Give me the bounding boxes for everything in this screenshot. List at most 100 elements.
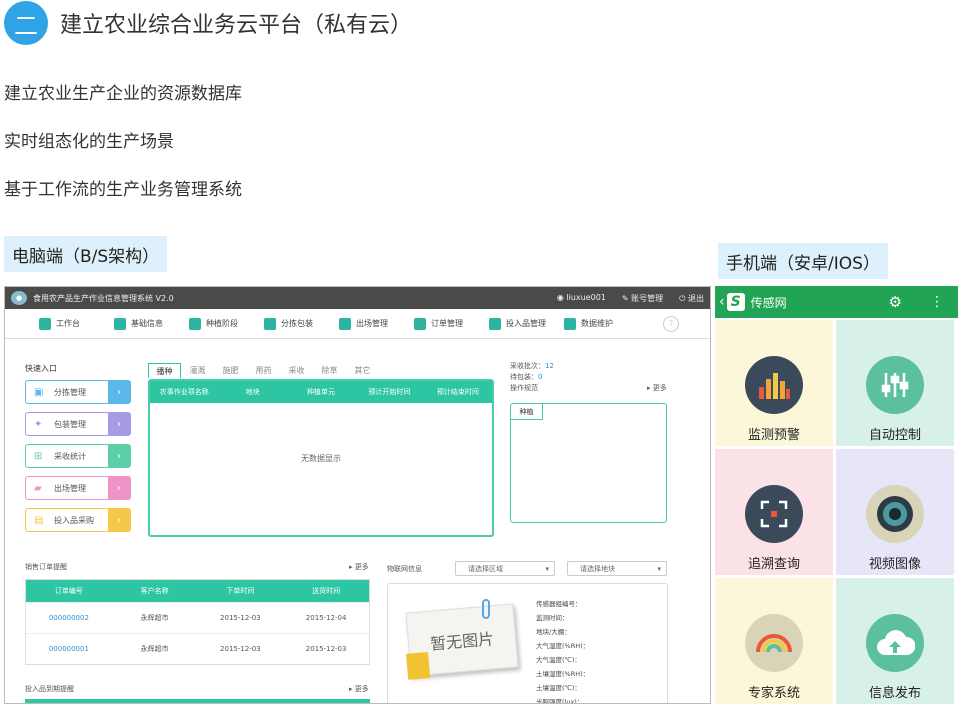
box-icon: ▤ (34, 514, 44, 526)
area-select[interactable]: 请选择区域 (455, 561, 555, 576)
cloud-upload-icon (866, 614, 924, 672)
nav-item[interactable]: 数据维护 (564, 317, 639, 330)
chevron-right-icon: › (108, 413, 130, 435)
iot-field: 大气湿度(%RH)： (536, 642, 590, 650)
user-link[interactable]: ◉ liuxue001 (557, 293, 606, 304)
more-link[interactable]: ▸ 更多 (647, 383, 667, 393)
iot-title: 物联网信息 (387, 565, 422, 573)
nav-icon (39, 317, 51, 330)
plant-tab[interactable]: 种植 (511, 404, 543, 420)
quick-button[interactable]: ✦ 包装管理 › (25, 412, 131, 436)
tab[interactable]: 其它 (346, 363, 379, 379)
sales-title: 销售订单提醒 (25, 563, 67, 571)
iot-field: 大气温度(℃)： (536, 656, 581, 664)
tile-expert[interactable]: 专家系统 (715, 578, 833, 704)
table-header (25, 699, 370, 703)
section-header: 二 建立农业综合业务云平台（私有云） (4, 1, 413, 45)
nav-item[interactable]: 基础信息 (114, 317, 189, 330)
pin-icon: ✦ (34, 418, 43, 430)
bullet-text: 基于工作流的生产业务管理系统 (4, 180, 242, 200)
sliders-icon (866, 356, 924, 414)
pending-pack: 待包装：0 (510, 373, 543, 381)
tab[interactable]: 播种 (148, 363, 181, 379)
section-title: 建立农业综合业务云平台（私有云） (60, 13, 413, 38)
section-number-badge: 二 (4, 1, 48, 45)
iot-field: 传感器组编号： (536, 600, 582, 608)
pc-screenshot: ● 食用农产品生产作业信息管理系统 V2.0 ◉ liuxue001 ✎ 账号管… (4, 286, 711, 704)
iot-field: 监测时间： (536, 614, 569, 622)
iot-field: 光照强度(lux)： (536, 698, 584, 704)
nav-item[interactable]: 订单管理 (414, 317, 489, 330)
mobile-topbar: ‹ S 传感网 ⚙ ⋮ (715, 286, 958, 318)
harvest-batch: 采收批次：12 (510, 362, 554, 370)
nav-item[interactable]: 种植阶段 (189, 317, 264, 330)
op-spec-label: 操作规范 (510, 384, 538, 392)
bullet-text: 实时组态化的生产场景 (4, 132, 174, 152)
nav-icon (264, 317, 276, 330)
nav-item[interactable]: 分拣包装 (264, 317, 339, 330)
tab[interactable]: 施肥 (214, 363, 247, 379)
cart-icon: ⊞ (34, 450, 43, 462)
mobile-label: 手机端（安卓/IOS） (718, 243, 888, 279)
help-icon[interactable]: ? (663, 315, 679, 332)
pc-titlebar: ● 食用农产品生产作业信息管理系统 V2.0 ◉ liuxue001 ✎ 账号管… (5, 287, 710, 309)
no-data-text: 无数据显示 (301, 454, 341, 463)
tab[interactable]: 采收 (280, 363, 313, 379)
task-tabs: 播种 灌溉 施肥 用药 采收 除草 其它 (148, 363, 379, 379)
nav-icon (489, 317, 501, 330)
iot-field: 土壤湿度(%RH)： (536, 670, 590, 678)
quick-button[interactable]: ▰ 出场管理 › (25, 476, 131, 500)
iot-field: 地块/大棚： (536, 628, 571, 636)
tile-video[interactable]: 视频图像 (836, 449, 954, 575)
plot-select[interactable]: 请选择地块 (567, 561, 667, 576)
back-icon[interactable]: ‹ (719, 294, 725, 310)
task-panel: 农事作业项名称 地块 种植单元 预计开始时间 预计结束时间 无数据显示 (148, 379, 494, 537)
logout-link[interactable]: ⏻ 退出 (679, 293, 704, 304)
truck-icon: ▰ (34, 482, 42, 494)
tile-auto-control[interactable]: 自动控制 (836, 320, 954, 446)
quick-title: 快速入口 (25, 364, 57, 373)
nav-icon (189, 317, 201, 330)
app-logo-icon: S (726, 293, 745, 311)
more-link[interactable]: ▸ 更多 (349, 684, 369, 694)
more-vert-icon[interactable]: ⋮ (930, 294, 944, 310)
tile-trace[interactable]: 追溯查询 (715, 449, 833, 575)
nav-item[interactable]: 出场管理 (339, 317, 414, 330)
paperclip-icon (482, 599, 490, 619)
bullet-text: 建立农业生产企业的资源数据库 (4, 84, 242, 104)
more-link[interactable]: ▸ 更多 (349, 562, 369, 572)
basket-icon: ▣ (34, 386, 44, 398)
camera-icon (866, 485, 924, 543)
nav-icon (414, 317, 426, 330)
pc-nav: 工作台 基础信息 种植阶段 分拣包装 出场管理 订单管理 投入品管理 数据维护 … (5, 309, 710, 339)
nav-item[interactable]: 投入品管理 (489, 317, 564, 330)
table-row: 000000001 永辉超市 2015-12-03 2015-12-03 (26, 633, 369, 664)
tab[interactable]: 除草 (313, 363, 346, 379)
no-image-placeholder: 暂无图片 (405, 603, 519, 677)
order-link[interactable]: 000000002 (26, 614, 112, 622)
account-link[interactable]: ✎ 账号管理 (622, 293, 663, 304)
input-expire-title: 投入品到期提醒 (25, 685, 74, 693)
scan-icon (745, 485, 803, 543)
chevron-right-icon: › (108, 477, 130, 499)
table-header: 订单编号 客户名称 下单时间 送货时间 (26, 580, 369, 602)
tile-monitor[interactable]: 监测预警 (715, 320, 833, 446)
quick-button[interactable]: ▣ 分拣管理 › (25, 380, 131, 404)
table-row: 000000002 永辉超市 2015-12-03 2015-12-04 (26, 602, 369, 633)
tab[interactable]: 灌溉 (181, 363, 214, 379)
tab[interactable]: 用药 (247, 363, 280, 379)
tile-publish[interactable]: 信息发布 (836, 578, 954, 704)
gear-icon[interactable]: ⚙ (889, 293, 902, 311)
quick-button[interactable]: ▤ 投入品采购 › (25, 508, 131, 532)
order-link[interactable]: 000000001 (26, 645, 112, 653)
quick-button[interactable]: ⊞ 采收统计 › (25, 444, 131, 468)
nav-icon (564, 317, 576, 330)
mobile-screenshot: ‹ S 传感网 ⚙ ⋮ 监测预警 自动控制 追溯查询 视频图像 专家系统 信息发… (715, 286, 958, 704)
nav-item[interactable]: 工作台 (39, 317, 114, 330)
chevron-right-icon: › (108, 381, 130, 403)
mobile-app-name: 传感网 (750, 295, 787, 310)
app-title: 食用农产品生产作业信息管理系统 V2.0 (33, 293, 174, 303)
nav-icon (339, 317, 351, 330)
nav-icon (114, 317, 126, 330)
rainbow-icon (745, 614, 803, 672)
